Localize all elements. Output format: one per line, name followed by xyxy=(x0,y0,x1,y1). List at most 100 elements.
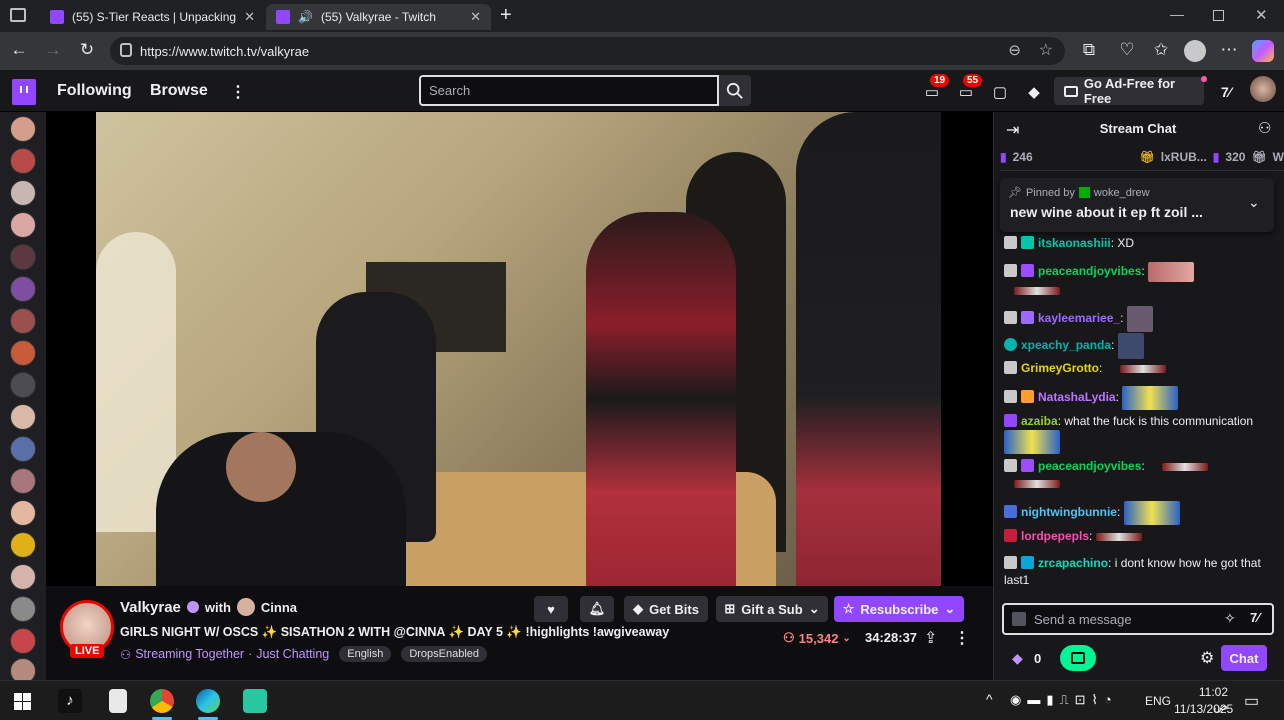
turbo-icon[interactable]: 7⁄ xyxy=(1216,82,1236,102)
windows-start-icon[interactable] xyxy=(14,693,31,710)
notepad-icon[interactable] xyxy=(109,689,127,713)
chat-username[interactable]: lordpepepls xyxy=(1021,529,1089,543)
resubscribe-button[interactable]: ☆ Resubscribe ⌄ xyxy=(834,596,964,622)
channel-points-claim-icon[interactable] xyxy=(1060,645,1096,671)
browser-essentials-icon[interactable]: ♡ xyxy=(1116,40,1138,60)
channel-avatar[interactable] xyxy=(10,308,36,334)
tag-english[interactable]: English xyxy=(339,646,392,662)
channel-name[interactable]: Valkyrae xyxy=(120,599,181,616)
browse-link[interactable]: Browse xyxy=(150,82,208,100)
clock-date[interactable]: 11/13/2025 xyxy=(1174,702,1233,716)
lock-icon[interactable] xyxy=(120,43,132,57)
bits-icon[interactable]: ◆ xyxy=(1024,82,1044,102)
address-bar[interactable]: https://www.twitch.tv/valkyrae ⊖ ☆ xyxy=(110,37,1065,65)
category-link[interactable]: Just Chatting xyxy=(256,647,329,661)
following-link[interactable]: Following xyxy=(57,82,132,100)
channel-avatar[interactable] xyxy=(10,244,36,270)
close-window-icon[interactable]: ✕ xyxy=(1255,6,1268,24)
streaming-together-link[interactable]: Streaming Together xyxy=(135,647,244,661)
share-icon[interactable]: ⇪ xyxy=(924,628,937,648)
follow-heart-button[interactable]: ♥ xyxy=(534,596,568,622)
close-tab-icon[interactable]: ✕ xyxy=(244,9,255,25)
leaderboard-user1[interactable]: lxRUB... xyxy=(1161,150,1207,164)
community-icon[interactable]: ⚇ xyxy=(1258,119,1271,137)
close-tab-icon[interactable]: ✕ xyxy=(470,9,481,25)
channel-avatar[interactable] xyxy=(10,500,36,526)
tray-icons[interactable]: ◉▬▮⎍⊡⌇◔ xyxy=(1010,692,1118,708)
chat-settings-icon[interactable]: ⚙ xyxy=(1200,648,1214,668)
more-options-icon[interactable]: ⋯ xyxy=(1218,40,1240,60)
new-tab-plus-icon[interactable]: + xyxy=(500,4,512,27)
tiktok-icon[interactable]: ♪ xyxy=(58,689,82,713)
speaker-icon[interactable]: 🔊 xyxy=(298,10,313,24)
channel-avatar[interactable] xyxy=(10,212,36,238)
channel-avatar[interactable] xyxy=(10,404,36,430)
chat-username[interactable]: peaceandjoyvibes xyxy=(1038,459,1141,473)
pinned-message[interactable]: 📌︎ Pinned by woke_drew new wine about it… xyxy=(1000,178,1274,232)
notifications-center-icon[interactable]: ▭ xyxy=(1244,691,1259,711)
zoom-icon[interactable]: ⊖ xyxy=(1008,41,1021,59)
turbo-icon[interactable]: 7⁄ xyxy=(1250,610,1259,625)
get-bits-button[interactable]: ◆ Get Bits xyxy=(624,596,708,622)
video-player[interactable] xyxy=(46,112,993,586)
channel-avatar[interactable] xyxy=(10,180,36,206)
leaderboard-user3[interactable]: W xyxy=(1273,150,1284,164)
channel-avatar[interactable] xyxy=(10,596,36,622)
chat-username[interactable]: zrcapachino xyxy=(1038,556,1108,570)
gift-sub-button[interactable]: ⊞ Gift a Sub ⌄ xyxy=(716,596,828,622)
channel-avatar[interactable] xyxy=(10,564,36,590)
tab-valkyrae-twitch[interactable]: 🔊 (55) Valkyrae - Twitch ✕ xyxy=(266,4,491,30)
chat-username[interactable]: peaceandjoyvibes xyxy=(1038,264,1141,278)
chat-username[interactable]: itskaonashiii xyxy=(1038,236,1111,250)
chat-message-input[interactable] xyxy=(1034,611,1214,627)
active-app-icon[interactable] xyxy=(243,689,267,713)
chat-username[interactable]: NatashaLydia xyxy=(1038,390,1116,404)
chat-username[interactable]: kayleemariee_ xyxy=(1038,311,1120,325)
language-indicator[interactable]: ENG xyxy=(1145,694,1171,708)
forward-arrow-icon[interactable]: → xyxy=(42,40,64,60)
magic-icon[interactable]: ✧ xyxy=(1224,610,1236,627)
collab-avatar[interactable] xyxy=(236,598,255,616)
channel-avatar[interactable] xyxy=(10,436,36,462)
search-button[interactable] xyxy=(719,75,751,106)
stream-video-frame[interactable] xyxy=(96,112,941,586)
channel-avatar[interactable] xyxy=(10,532,36,558)
tag-drops-enabled[interactable]: DropsEnabled xyxy=(401,646,488,662)
restore-icon[interactable] xyxy=(1213,10,1224,21)
chevron-up-icon[interactable]: ^ xyxy=(986,691,993,707)
chat-username[interactable]: xpeachy_panda xyxy=(1021,338,1111,352)
channel-avatar[interactable] xyxy=(10,372,36,398)
collab-name[interactable]: Cinna xyxy=(261,600,297,615)
extensions-icon[interactable]: ⧉ xyxy=(1078,40,1100,60)
edge-icon[interactable] xyxy=(196,689,220,713)
tab-actions-icon[interactable] xyxy=(10,8,26,22)
search-input[interactable] xyxy=(429,83,717,98)
go-ad-free-button[interactable]: Go Ad-Free for Free xyxy=(1054,76,1204,106)
user-avatar[interactable] xyxy=(1250,76,1276,102)
favorites-icon[interactable]: ✩ xyxy=(1150,40,1172,60)
back-arrow-icon[interactable]: ← xyxy=(8,40,30,60)
chat-username[interactable]: GrimeyGrotto xyxy=(1021,361,1099,375)
channel-avatar[interactable] xyxy=(10,148,36,174)
twitch-logo-icon[interactable] xyxy=(12,79,36,105)
channel-avatar[interactable] xyxy=(10,340,36,366)
chat-username[interactable]: azaiba xyxy=(1021,414,1058,428)
chat-username[interactable]: nightwingbunnie xyxy=(1021,505,1117,519)
tab-s-tier-reacts[interactable]: (55) S-Tier Reacts | Unpacking Dr ✕ xyxy=(40,4,265,30)
channel-avatar[interactable] xyxy=(10,628,36,654)
notification-bell-button[interactable]: 🔔︎ xyxy=(580,596,614,622)
profile-avatar[interactable] xyxy=(1184,40,1206,62)
send-chat-button[interactable]: Chat xyxy=(1221,645,1267,671)
whispers-icon[interactable]: ▢ xyxy=(990,82,1010,102)
expand-pinned-icon[interactable]: ⌄ xyxy=(1248,194,1260,211)
channel-avatar[interactable] xyxy=(10,116,36,142)
more-vertical-icon[interactable]: ⋮ xyxy=(230,82,246,102)
minimize-icon[interactable]: — xyxy=(1170,6,1184,22)
points-icon[interactable]: ◆ xyxy=(1012,650,1023,667)
bits-box-icon[interactable] xyxy=(1012,612,1026,626)
more-vertical-icon[interactable]: ⋮ xyxy=(954,628,970,648)
channel-avatar[interactable] xyxy=(10,276,36,302)
chrome-icon[interactable] xyxy=(150,689,174,713)
channel-avatar[interactable] xyxy=(10,468,36,494)
copilot-icon[interactable] xyxy=(1252,40,1274,62)
